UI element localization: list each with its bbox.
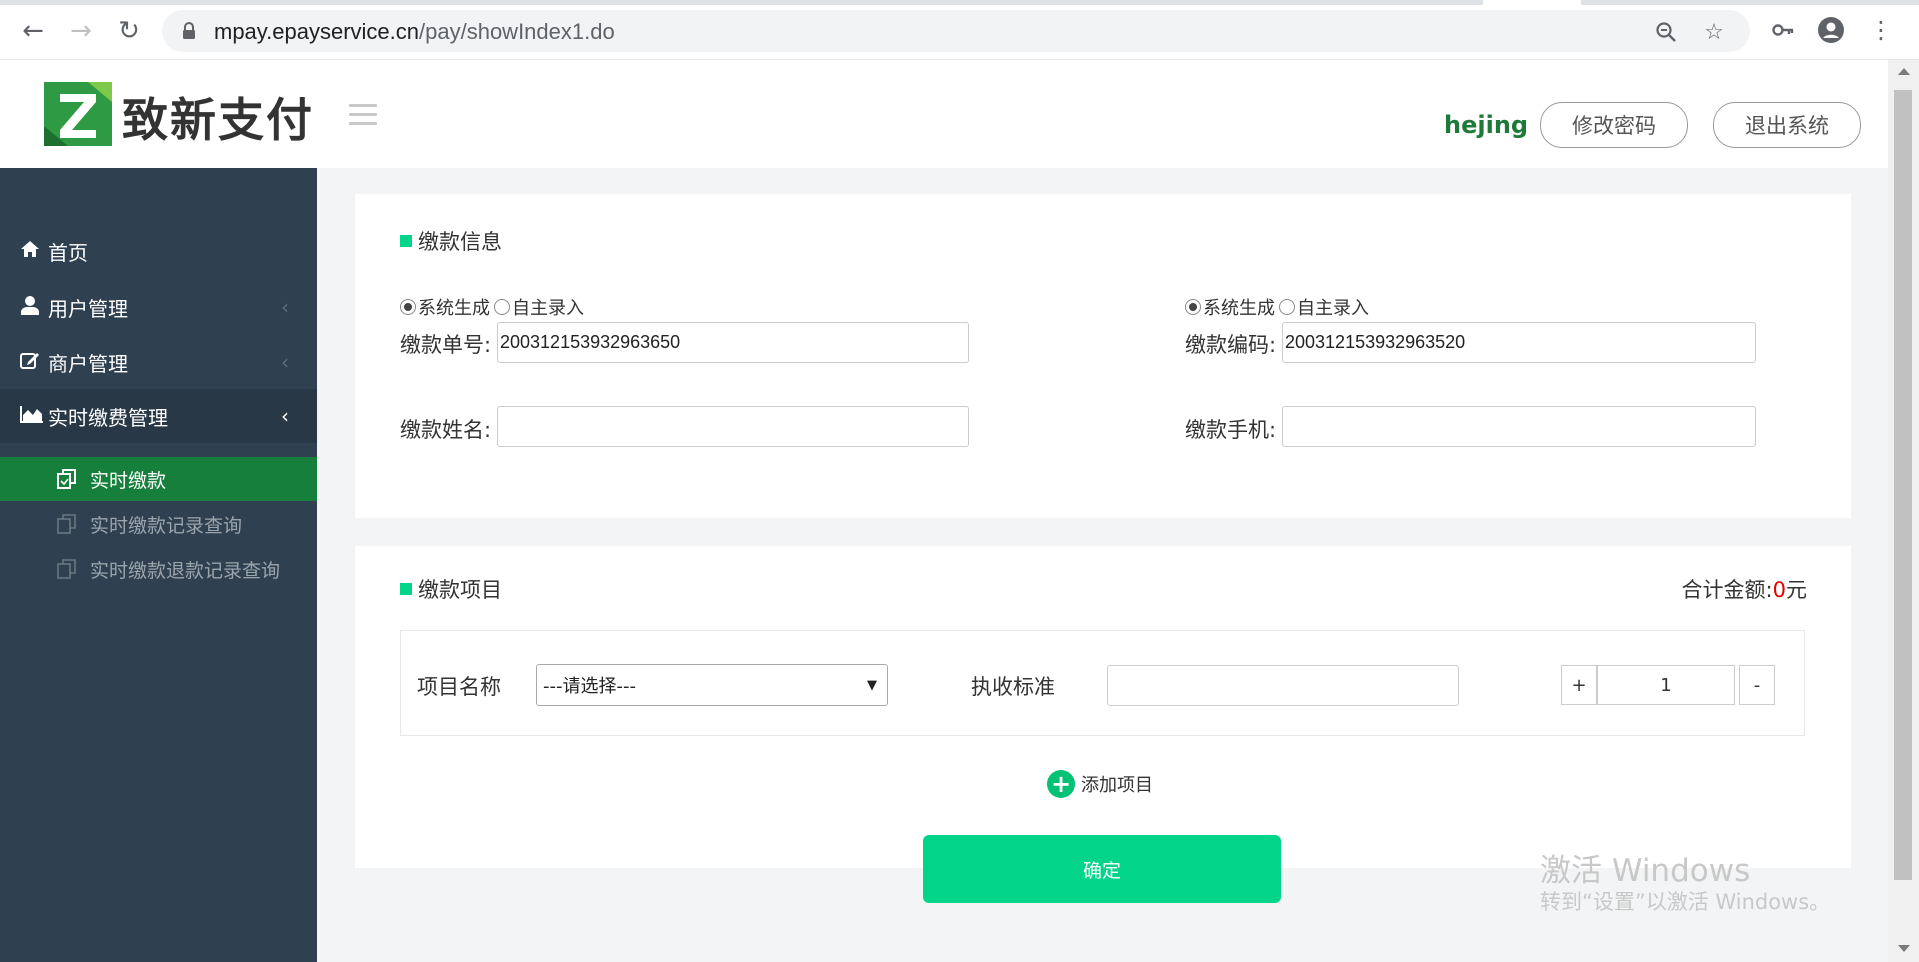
section-marker [400,235,412,247]
total-value: 0 [1772,578,1786,602]
payer-phone-input[interactable] [1282,406,1756,447]
chevron-left-icon: ‹ [281,404,289,428]
home-icon [20,239,40,263]
section-marker [400,583,412,595]
radio-label: 系统生成 [1203,298,1275,319]
sidebar-item-merchants[interactable]: 商户管理 ‹ [0,335,317,389]
item-name-label: 项目名称 [417,675,501,699]
profile-avatar-icon[interactable] [1816,15,1846,45]
lock-icon [183,22,195,39]
back-icon[interactable]: ← [16,14,50,48]
add-item-button[interactable]: + 添加项目 [1047,770,1153,798]
payment-code-label: 缴款编码: [1185,333,1277,357]
sidebar-subitem-label: 实时缴款 [90,469,167,492]
order-no-input[interactable]: 200312153932963650 [497,322,969,363]
edit-icon [20,350,40,375]
radio-system-generated[interactable] [1185,299,1201,315]
sidebar: 首页 用户管理 ‹ 商户管理 ‹ 实时缴费管理 ‹ 实时缴款 实时缴款记录查询 … [0,168,317,962]
radio-system-generated[interactable] [400,299,416,315]
forward-icon[interactable]: → [64,14,98,48]
tab-strip [0,0,1919,5]
copy-icon [57,559,76,579]
sidebar-subitem-refund-records[interactable]: 实时缴款退款记录查询 [0,547,317,591]
chevron-left-icon: ‹ [281,350,289,374]
windows-activation-watermark: 激活 Windows [1540,853,1751,889]
scroll-thumb[interactable] [1894,90,1912,880]
total-unit: 元 [1786,578,1807,602]
order-no-mode: 系统生成 自主录入 [400,294,584,320]
payer-phone-label: 缴款手机: [1185,418,1277,442]
menu-toggle-icon[interactable] [349,104,377,126]
radio-manual-entry[interactable] [1279,299,1295,315]
radio-label: 自主录入 [512,298,584,319]
chevron-left-icon: ‹ [281,295,289,319]
payment-code-input[interactable]: 200312153932963520 [1282,322,1756,363]
reload-icon[interactable]: ↻ [112,14,146,48]
bookmark-star-icon[interactable]: ☆ [1700,18,1728,46]
quantity-plus-button[interactable]: + [1561,665,1597,705]
radio-label: 系统生成 [418,298,490,319]
radio-manual-entry[interactable] [494,299,510,315]
sidebar-item-label: 用户管理 [48,296,128,321]
sidebar-item-label: 商户管理 [48,351,128,376]
area-chart-icon [20,404,43,428]
user-icon [20,295,40,320]
order-no-label: 缴款单号: [400,333,492,357]
copy-icon [57,469,76,489]
zoom-icon[interactable] [1652,18,1680,46]
total-label: 合计金额: [1681,578,1773,602]
address-bar[interactable]: mpay.epayservice.cn/pay/showIndex1.do ☆ [162,10,1750,52]
change-password-button[interactable]: 修改密码 [1540,102,1688,148]
item-name-select[interactable]: ---请选择--- ▼ [536,664,888,706]
sidebar-subitem-payment-records[interactable]: 实时缴款记录查询 [0,502,317,546]
scroll-up-arrow[interactable] [1898,68,1910,75]
logout-button[interactable]: 退出系统 [1713,102,1861,148]
scroll-down-arrow[interactable] [1898,945,1910,952]
radio-label: 自主录入 [1297,298,1369,319]
standard-label: 执收标准 [971,675,1055,699]
section-title: 缴款信息 [400,226,502,256]
quantity-minus-button[interactable]: - [1739,665,1775,705]
payment-info-card: 缴款信息 系统生成 自主录入 缴款单号: 200312153932963650 … [355,194,1851,518]
confirm-button[interactable]: 确定 [923,835,1281,903]
app-header: 致新支付 hejing 修改密码 退出系统 [0,60,1888,168]
sidebar-item-label: 实时缴费管理 [48,405,168,430]
sidebar-item-label: 首页 [48,240,88,265]
sidebar-subitem-realtime-pay[interactable]: 实时缴款 [0,457,317,501]
payment-item-row: 项目名称 ---请选择--- ▼ 执收标准 + 1 - [400,630,1805,736]
key-icon[interactable] [1768,15,1798,45]
url-text: mpay.epayservice.cn/pay/showIndex1.do [214,19,615,44]
browser-toolbar: ← → ↻ mpay.epayservice.cn/pay/showIndex1… [0,0,1919,60]
username: hejing [1444,111,1529,139]
sidebar-item-users[interactable]: 用户管理 ‹ [0,280,317,334]
add-item-label: 添加项目 [1081,775,1153,796]
section-title: 缴款项目 [400,574,502,604]
code-mode: 系统生成 自主录入 [1185,294,1369,320]
sidebar-item-realtime-payment[interactable]: 实时缴费管理 ‹ [0,389,317,443]
dropdown-arrow-icon: ▼ [867,677,877,693]
payer-name-label: 缴款姓名: [400,418,492,442]
payment-items-card: 缴款项目 合计金额:0元 项目名称 ---请选择--- ▼ 执收标准 + 1 - [355,546,1851,868]
brand-name: 致新支付 [122,93,314,147]
sidebar-subitem-label: 实时缴款记录查询 [90,514,243,537]
plus-circle-icon: + [1047,770,1075,798]
total-amount: 合计金额:0元 [1682,574,1807,604]
standard-input[interactable] [1107,665,1459,706]
page-scrollbar[interactable] [1888,60,1919,962]
select-value: ---请选择--- [543,676,636,697]
payer-name-input[interactable] [497,406,969,447]
quantity-input[interactable]: 1 [1597,665,1735,705]
sidebar-subitem-label: 实时缴款退款记录查询 [90,559,281,582]
sidebar-item-home[interactable]: 首页 [0,224,317,278]
windows-activation-hint: 转到“设置”以激活 Windows。 [1540,890,1831,914]
copy-icon [57,514,76,534]
more-menu-icon[interactable]: ⋮ [1866,15,1896,45]
brand-logo [44,82,112,146]
